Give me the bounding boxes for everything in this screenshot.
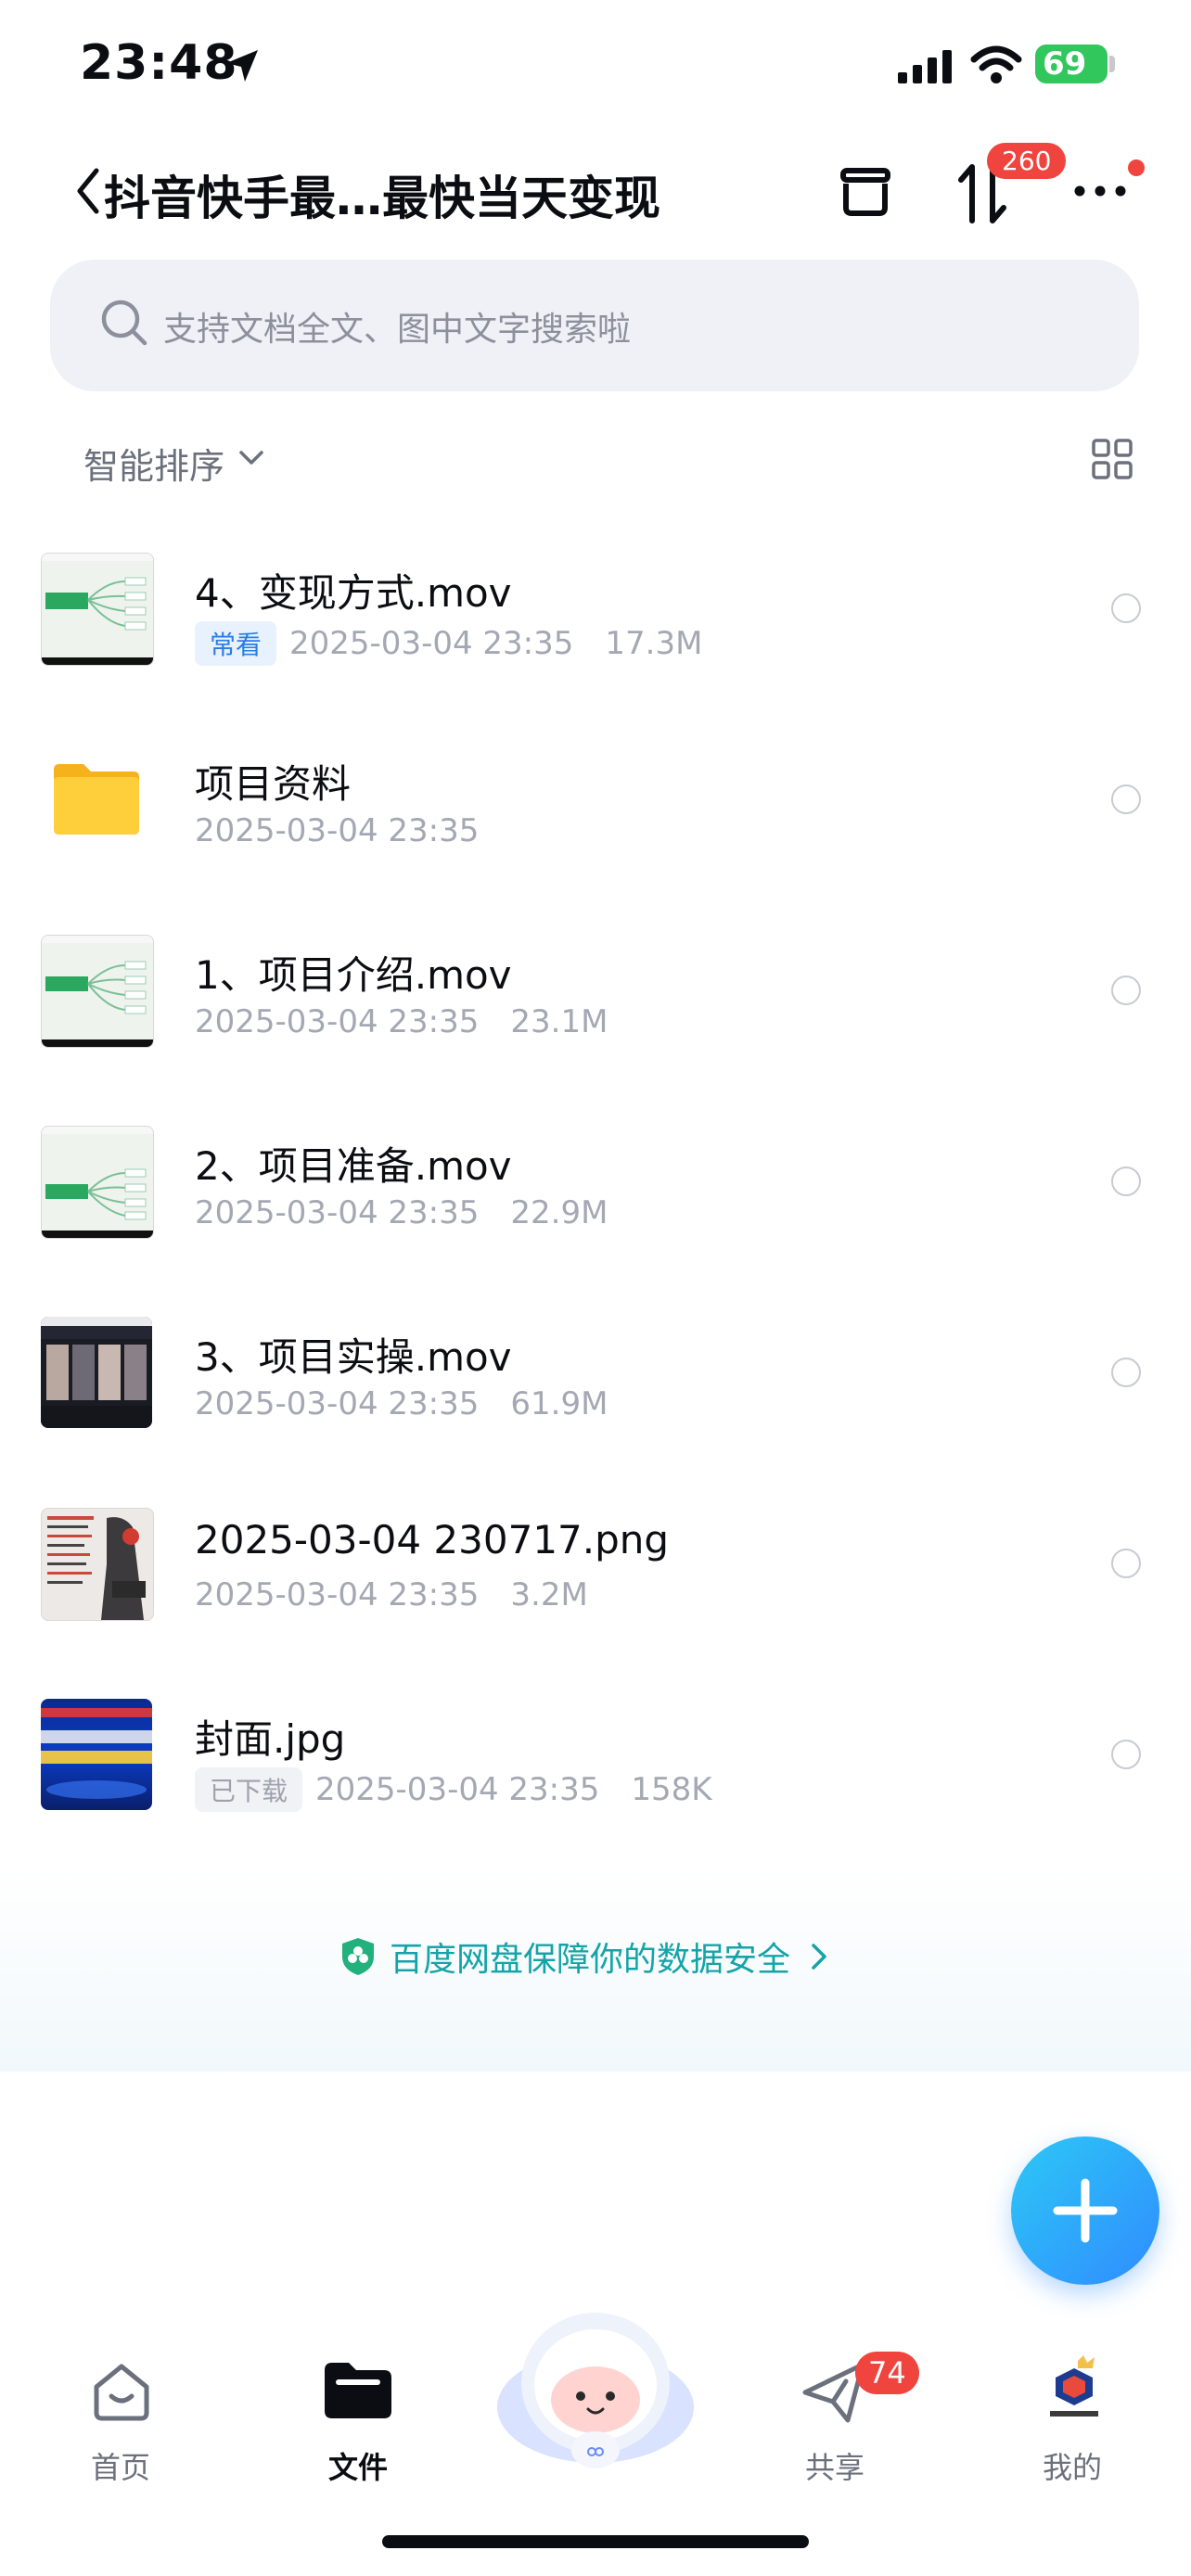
select-checkbox[interactable] [1111, 976, 1141, 1005]
notification-dot [1128, 159, 1145, 176]
file-row[interactable]: 3、项目实操.mov 2025-03-04 23:35 61.9M [0, 1283, 1191, 1474]
video-thumbnail [41, 935, 154, 1048]
file-meta: 2025-03-04 23:35 23.1M [195, 1003, 608, 1040]
status-time: 23:48 [80, 35, 238, 91]
file-row[interactable]: 1、项目介绍.mov 2025-03-04 23:35 23.1M [0, 901, 1191, 1092]
tab-label: 共享 [804, 2450, 864, 2485]
file-meta: 已下载 2025-03-04 23:35 158K [195, 1767, 712, 1812]
battery-indicator: 69 [1035, 45, 1108, 83]
file-date: 2025-03-04 23:35 [195, 1194, 480, 1231]
more-options-icon[interactable] [1072, 184, 1128, 198]
location-arrow-icon [226, 50, 258, 82]
file-row[interactable]: 项目资料 2025-03-04 23:35 [0, 710, 1191, 901]
select-checkbox[interactable] [1111, 1549, 1141, 1578]
back-chevron-icon[interactable] [74, 165, 102, 217]
plus-icon [1053, 2178, 1118, 2243]
file-name: 2025-03-04 230717.png [195, 1517, 670, 1562]
safety-link[interactable]: 百度网盘保障你的数据安全 [339, 1932, 840, 1981]
downloaded-tag: 已下载 [195, 1767, 303, 1812]
safety-text: 百度网盘保障你的数据安全 [390, 1941, 791, 1979]
file-date: 2025-03-04 23:35 [289, 625, 574, 662]
chevron-down-icon[interactable] [237, 449, 265, 467]
file-row[interactable]: 2、项目准备.mov 2025-03-04 23:35 22.9M [0, 1092, 1191, 1283]
file-name: 2、项目准备.mov [195, 1143, 512, 1189]
image-thumbnail [41, 1508, 154, 1621]
folder-icon [41, 744, 152, 855]
tab-label: 我的 [1042, 2450, 1102, 2485]
archive-box-icon[interactable] [837, 161, 894, 219]
file-date: 2025-03-04 23:35 [315, 1771, 600, 1808]
file-size: 3.2M [510, 1576, 588, 1613]
video-thumbnail [41, 553, 154, 666]
file-size: 23.1M [510, 1003, 608, 1040]
select-checkbox[interactable] [1111, 593, 1141, 623]
page-title: 抖音快手最…最快当天变现 [104, 172, 660, 225]
share-count-badge: 74 [855, 2352, 919, 2394]
search-icon [101, 300, 147, 346]
search-placeholder: 支持文档全文、图中文字搜索啦 [163, 311, 632, 349]
home-icon [94, 2364, 149, 2421]
tab-label: 首页 [90, 2450, 150, 2485]
battery-tip [1109, 56, 1115, 72]
select-checkbox[interactable] [1111, 1740, 1141, 1769]
file-size: 17.3M [605, 625, 703, 662]
file-row[interactable]: 封面.jpg 已下载 2025-03-04 23:35 158K [0, 1665, 1191, 1856]
file-meta: 2025-03-04 23:35 3.2M [195, 1576, 588, 1613]
select-checkbox[interactable] [1111, 1167, 1141, 1196]
video-thumbnail [41, 1126, 154, 1239]
file-size: 158K [631, 1771, 712, 1808]
file-date: 2025-03-04 23:35 [195, 1576, 480, 1613]
wifi-icon [970, 45, 1022, 83]
folder-icon [325, 2363, 391, 2418]
file-meta: 2025-03-04 23:35 22.9M [195, 1194, 608, 1231]
grid-view-icon[interactable] [1091, 438, 1133, 480]
frequent-tag: 常看 [195, 621, 277, 666]
safety-banner[interactable]: 百度网盘保障你的数据安全 [0, 1868, 1191, 2072]
file-row[interactable]: 4、变现方式.mov 常看 2025-03-04 23:35 17.3M [0, 519, 1191, 710]
video-thumbnail [41, 1317, 152, 1428]
file-size: 22.9M [510, 1194, 608, 1231]
chevron-right-icon [812, 1944, 826, 1970]
cellular-signal-icon [898, 50, 952, 83]
file-date: 2025-03-04 23:35 [195, 1385, 480, 1422]
file-row[interactable]: 2025-03-04 230717.png 2025-03-04 23:35 3… [0, 1474, 1191, 1665]
file-name: 项目资料 [195, 761, 352, 807]
select-checkbox[interactable] [1111, 784, 1141, 814]
tab-label: 文件 [327, 2450, 388, 2485]
file-name: 封面.jpg [195, 1716, 346, 1762]
file-size: 61.9M [510, 1385, 608, 1422]
transfer-count-badge: 260 [987, 143, 1067, 179]
sort-bar: 智能排序 [0, 427, 1191, 493]
add-button[interactable] [1011, 2136, 1159, 2285]
home-indicator [382, 2535, 809, 2548]
file-date: 2025-03-04 23:35 [195, 1003, 480, 1040]
file-meta: 2025-03-04 23:35 [195, 812, 479, 849]
status-bar: 23:48 69 [0, 0, 1191, 130]
search-input[interactable]: 支持文档全文、图中文字搜索啦 [50, 260, 1139, 391]
profile-avatar-icon [1050, 2355, 1098, 2417]
top-nav: 抖音快手最…最快当天变现 260 [0, 139, 1191, 250]
sort-dropdown[interactable]: 智能排序 [83, 438, 224, 489]
image-thumbnail [41, 1699, 152, 1810]
file-name: 3、项目实操.mov [195, 1334, 512, 1380]
file-name: 4、变现方式.mov [195, 570, 512, 616]
file-name: 1、项目介绍.mov [195, 952, 512, 998]
file-meta: 2025-03-04 23:35 61.9M [195, 1385, 608, 1422]
shield-icon [342, 1938, 374, 1975]
select-checkbox[interactable] [1111, 1358, 1141, 1387]
file-meta: 常看 2025-03-04 23:35 17.3M [195, 621, 702, 666]
mascot-icon [497, 2313, 694, 2468]
file-date: 2025-03-04 23:35 [195, 812, 480, 849]
